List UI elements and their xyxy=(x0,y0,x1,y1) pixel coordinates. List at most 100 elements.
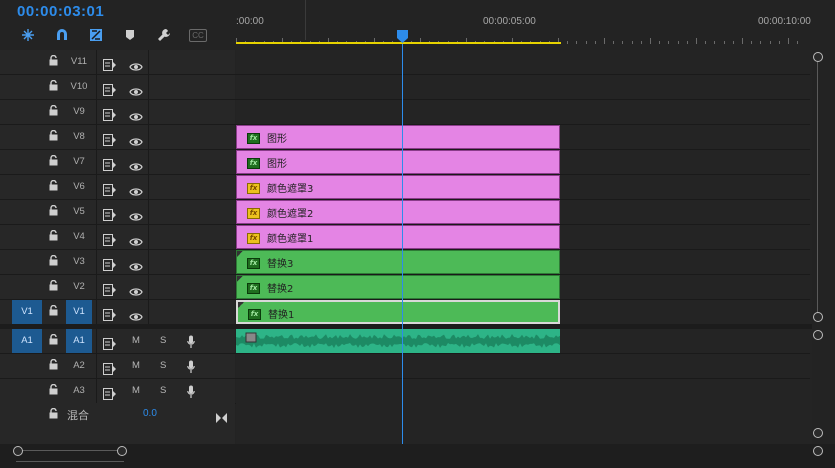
lock-icon[interactable] xyxy=(49,279,58,294)
track-header[interactable]: V6 xyxy=(0,175,235,199)
vertical-scrollbar[interactable] xyxy=(812,46,824,446)
track-name[interactable]: V2 xyxy=(66,275,92,299)
mute-button[interactable]: M xyxy=(132,354,140,378)
track-name[interactable]: V5 xyxy=(66,200,92,224)
track-lane[interactable] xyxy=(236,75,812,99)
solo-button[interactable]: S xyxy=(160,354,166,378)
fx-badge-icon[interactable]: fx xyxy=(247,183,260,194)
microphone-icon[interactable] xyxy=(187,359,195,373)
clip-v1[interactable]: fx 替换1 xyxy=(236,300,560,324)
sync-lock-icon[interactable] xyxy=(103,81,117,96)
track-name[interactable]: V11 xyxy=(66,50,92,74)
source-patch[interactable]: A1 xyxy=(12,329,42,353)
lock-icon[interactable] xyxy=(49,229,58,244)
mute-button[interactable]: M xyxy=(132,329,140,353)
sync-lock-icon[interactable] xyxy=(103,256,117,271)
track-header[interactable]: V5 xyxy=(0,200,235,224)
audio-scroll-handle-top[interactable] xyxy=(813,330,823,340)
fx-badge-icon[interactable]: fx xyxy=(247,233,260,244)
track-header[interactable]: V9 xyxy=(0,100,235,124)
track-lane[interactable] xyxy=(236,50,812,74)
fx-badge-icon[interactable]: fx xyxy=(247,158,260,169)
fx-badge-icon[interactable]: fx xyxy=(247,208,260,219)
lock-icon[interactable] xyxy=(49,104,58,119)
clip-v5[interactable]: fx 颜色遮罩2 xyxy=(236,200,560,224)
lock-icon[interactable] xyxy=(49,204,58,219)
zoom-handle-left[interactable] xyxy=(13,446,23,456)
lock-icon[interactable] xyxy=(49,79,58,94)
eye-icon[interactable] xyxy=(129,232,143,246)
fx-badge-icon[interactable]: fx xyxy=(247,133,260,144)
zoom-handle-right[interactable] xyxy=(117,446,127,456)
sync-lock-icon[interactable] xyxy=(103,106,117,121)
snap-icon[interactable] xyxy=(17,26,39,44)
scroll-handle-top[interactable] xyxy=(813,52,823,62)
mute-button[interactable]: M xyxy=(132,379,140,403)
track-lane[interactable] xyxy=(236,379,812,403)
track-name[interactable]: V9 xyxy=(66,100,92,124)
sync-lock-icon[interactable] xyxy=(103,385,117,400)
go-to-end-icon[interactable] xyxy=(216,408,227,427)
track-name[interactable]: V1 xyxy=(66,300,92,324)
lock-icon[interactable] xyxy=(49,333,58,348)
eye-icon[interactable] xyxy=(129,157,143,171)
fx-badge-icon[interactable]: fx xyxy=(247,283,260,294)
track-name[interactable]: A1 xyxy=(66,329,92,353)
audio-clip-a1[interactable] xyxy=(236,329,560,353)
track-header[interactable]: V3 xyxy=(0,250,235,274)
eye-icon[interactable] xyxy=(129,82,143,96)
track-header[interactable]: V1 V1 xyxy=(0,300,235,324)
clip-v2[interactable]: fx 替换2 xyxy=(236,275,560,299)
eye-icon[interactable] xyxy=(129,182,143,196)
wrench-icon[interactable] xyxy=(153,26,175,44)
clip-v3[interactable]: fx 替换3 xyxy=(236,250,560,274)
sync-lock-icon[interactable] xyxy=(103,131,117,146)
timecode-display[interactable]: 00:00:03:01 xyxy=(17,3,104,20)
track-header[interactable]: V8 xyxy=(0,125,235,149)
horizontal-scrollbar[interactable] xyxy=(0,444,835,468)
sync-lock-icon[interactable] xyxy=(103,360,117,375)
scroll-handle-bottom[interactable] xyxy=(813,312,823,322)
sync-lock-icon[interactable] xyxy=(103,206,117,221)
eye-icon[interactable] xyxy=(129,107,143,121)
eye-icon[interactable] xyxy=(129,257,143,271)
track-name[interactable]: A2 xyxy=(66,354,92,378)
lock-icon[interactable] xyxy=(49,179,58,194)
eye-icon[interactable] xyxy=(129,307,143,321)
zoom-handle-end[interactable] xyxy=(813,446,823,456)
mix-value[interactable]: 0.0 xyxy=(143,408,157,419)
track-header[interactable]: A2 M S xyxy=(0,354,235,378)
lock-icon[interactable] xyxy=(49,54,58,69)
add-marker-icon[interactable] xyxy=(119,26,141,44)
track-name[interactable]: A3 xyxy=(66,379,92,403)
lock-icon[interactable] xyxy=(49,154,58,169)
eye-icon[interactable] xyxy=(129,207,143,221)
eye-icon[interactable] xyxy=(129,57,143,71)
track-header[interactable]: V10 xyxy=(0,75,235,99)
clip-v6[interactable]: fx 颜色遮罩3 xyxy=(236,175,560,199)
lock-icon[interactable] xyxy=(49,358,58,373)
zoom-scroll-bar[interactable] xyxy=(16,450,124,462)
solo-button[interactable]: S xyxy=(160,379,166,403)
track-header[interactable]: V2 xyxy=(0,275,235,299)
track-name[interactable]: V3 xyxy=(66,250,92,274)
sync-lock-icon[interactable] xyxy=(103,56,117,71)
track-name[interactable]: V8 xyxy=(66,125,92,149)
clip-v8[interactable]: fx 图形 xyxy=(236,125,560,149)
sync-lock-icon[interactable] xyxy=(103,231,117,246)
audio-scroll-handle-bottom[interactable] xyxy=(813,428,823,438)
captions-icon[interactable]: CC xyxy=(187,26,209,44)
track-header[interactable]: A1 A1 M S xyxy=(0,329,235,353)
track-header[interactable]: V4 xyxy=(0,225,235,249)
eye-icon[interactable] xyxy=(129,282,143,296)
fx-badge-icon[interactable]: fx xyxy=(247,258,260,269)
microphone-icon[interactable] xyxy=(187,334,195,348)
lock-icon[interactable] xyxy=(49,129,58,144)
sync-lock-icon[interactable] xyxy=(103,335,117,350)
track-name[interactable]: V4 xyxy=(66,225,92,249)
fx-badge-icon[interactable]: fx xyxy=(248,309,261,320)
track-lane[interactable] xyxy=(236,354,812,378)
track-header[interactable]: V7 xyxy=(0,150,235,174)
track-lane[interactable] xyxy=(236,100,812,124)
solo-button[interactable]: S xyxy=(160,329,166,353)
